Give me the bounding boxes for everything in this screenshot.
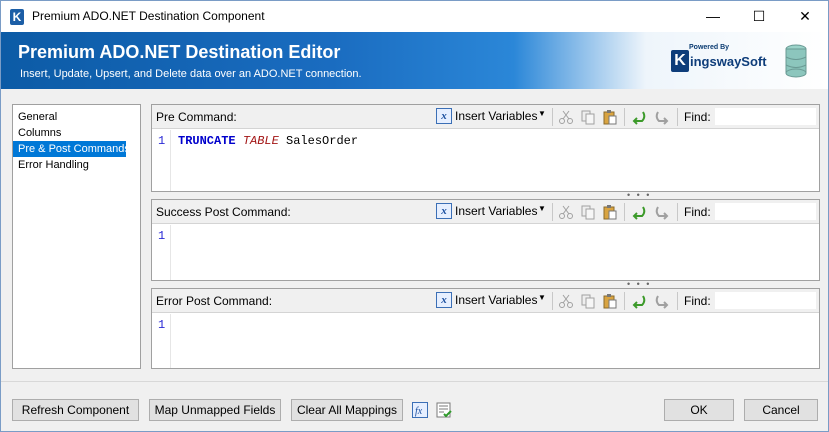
error-post-command-toolbar: Error Post Command: x Insert Variables ▼… bbox=[152, 289, 819, 313]
insert-variables-button[interactable]: Insert Variables bbox=[455, 109, 537, 123]
title-bar: K Premium ADO.NET Destination Component … bbox=[1, 1, 828, 32]
paste-icon[interactable] bbox=[602, 204, 618, 220]
copy-icon[interactable] bbox=[580, 109, 596, 125]
copy-icon[interactable] bbox=[580, 204, 596, 220]
ok-button[interactable]: OK bbox=[664, 399, 734, 421]
close-button[interactable]: ✕ bbox=[782, 1, 828, 32]
clear-all-mappings-button[interactable]: Clear All Mappings bbox=[291, 399, 403, 421]
line-number-gutter: 1 bbox=[152, 314, 171, 368]
cut-icon[interactable] bbox=[558, 293, 574, 309]
app-icon: K bbox=[10, 9, 24, 25]
success-post-command-label: Success Post Command: bbox=[156, 205, 291, 219]
sidebar-item-general[interactable]: General bbox=[13, 109, 140, 125]
success-post-command-panel: Success Post Command: x Insert Variables… bbox=[151, 199, 820, 281]
chevron-down-icon[interactable]: ▼ bbox=[538, 204, 546, 213]
redo-icon[interactable] bbox=[654, 293, 670, 309]
sidebar-item-columns[interactable]: Columns bbox=[13, 125, 140, 141]
editor-title: Premium ADO.NET Destination Editor bbox=[18, 42, 341, 62]
toolbar-divider bbox=[624, 203, 625, 221]
find-input[interactable] bbox=[714, 291, 817, 310]
expression-icon[interactable]: fx bbox=[412, 402, 428, 418]
toolbar-divider bbox=[624, 108, 625, 126]
toolbar-divider bbox=[677, 108, 678, 126]
undo-icon[interactable] bbox=[631, 293, 647, 309]
sql-keyword: TABLE bbox=[242, 134, 279, 148]
cancel-button[interactable]: Cancel bbox=[744, 399, 818, 421]
sql-keyword: TRUNCATE bbox=[178, 134, 236, 148]
cut-icon[interactable] bbox=[558, 109, 574, 125]
toolbar-divider bbox=[677, 203, 678, 221]
find-label: Find: bbox=[684, 205, 711, 219]
redo-icon[interactable] bbox=[654, 204, 670, 220]
paste-icon[interactable] bbox=[602, 293, 618, 309]
find-label: Find: bbox=[684, 110, 711, 124]
insert-variables-button[interactable]: Insert Variables bbox=[455, 204, 537, 218]
line-number: 1 bbox=[158, 229, 166, 243]
toolbar-divider bbox=[552, 108, 553, 126]
toolbar-divider bbox=[624, 292, 625, 310]
map-unmapped-fields-button[interactable]: Map Unmapped Fields bbox=[149, 399, 281, 421]
error-post-command-panel: Error Post Command: x Insert Variables ▼… bbox=[151, 288, 820, 369]
editor-subtitle: Insert, Update, Upsert, and Delete data … bbox=[20, 68, 362, 80]
toolbar-divider bbox=[552, 292, 553, 310]
footer-divider bbox=[1, 381, 828, 382]
chevron-down-icon[interactable]: ▼ bbox=[538, 293, 546, 302]
copy-icon[interactable] bbox=[580, 293, 596, 309]
logo-k-icon: K bbox=[671, 50, 689, 72]
line-number-gutter: 1 bbox=[152, 130, 171, 191]
pre-command-panel: Pre Command: x Insert Variables ▼ Find: … bbox=[151, 104, 820, 192]
line-number: 1 bbox=[158, 134, 166, 148]
logo-powered-by: Powered By bbox=[689, 44, 730, 51]
insert-variables-button[interactable]: Insert Variables bbox=[455, 293, 537, 307]
redo-icon[interactable] bbox=[654, 109, 670, 125]
insert-variables-icon[interactable]: x bbox=[436, 108, 452, 124]
toolbar-divider bbox=[552, 203, 553, 221]
column-mapping-icon[interactable] bbox=[436, 402, 452, 418]
paste-icon[interactable] bbox=[602, 109, 618, 125]
find-input[interactable] bbox=[714, 202, 817, 221]
pre-command-toolbar: Pre Command: x Insert Variables ▼ Find: bbox=[152, 105, 819, 129]
pre-command-editor[interactable]: TRUNCATE TABLE SalesOrder bbox=[178, 134, 358, 148]
line-number-gutter: 1 bbox=[152, 225, 171, 280]
maximize-button[interactable]: ☐ bbox=[736, 1, 782, 32]
find-label: Find: bbox=[684, 294, 711, 308]
svg-text:fx: fx bbox=[415, 406, 423, 417]
kingswaysoft-logo: Powered By K ingswaySoft bbox=[671, 44, 767, 78]
sql-identifier: SalesOrder bbox=[286, 134, 359, 148]
page-navigation: General Columns Pre & Post Commands Erro… bbox=[12, 104, 141, 369]
minimize-button[interactable]: — bbox=[690, 1, 736, 32]
undo-icon[interactable] bbox=[631, 109, 647, 125]
insert-variables-icon[interactable]: x bbox=[436, 203, 452, 219]
error-post-command-label: Error Post Command: bbox=[156, 294, 273, 308]
window-title: Premium ADO.NET Destination Component bbox=[32, 9, 265, 23]
header-banner: Premium ADO.NET Destination Editor Inser… bbox=[1, 32, 828, 89]
refresh-component-button[interactable]: Refresh Component bbox=[12, 399, 139, 421]
success-post-command-toolbar: Success Post Command: x Insert Variables… bbox=[152, 200, 819, 224]
database-icon bbox=[785, 44, 807, 78]
pre-command-label: Pre Command: bbox=[156, 110, 237, 124]
cut-icon[interactable] bbox=[558, 204, 574, 220]
toolbar-divider bbox=[677, 292, 678, 310]
find-input[interactable] bbox=[714, 107, 817, 126]
sidebar-item-pre-post-commands[interactable]: Pre & Post Commands bbox=[13, 141, 130, 157]
undo-icon[interactable] bbox=[631, 204, 647, 220]
logo-name: ingswaySoft bbox=[690, 54, 767, 69]
chevron-down-icon[interactable]: ▼ bbox=[538, 109, 546, 118]
sidebar-item-error-handling[interactable]: Error Handling bbox=[13, 157, 140, 173]
insert-variables-icon[interactable]: x bbox=[436, 292, 452, 308]
line-number: 1 bbox=[158, 318, 166, 332]
dialog-window: K Premium ADO.NET Destination Component … bbox=[0, 0, 829, 432]
